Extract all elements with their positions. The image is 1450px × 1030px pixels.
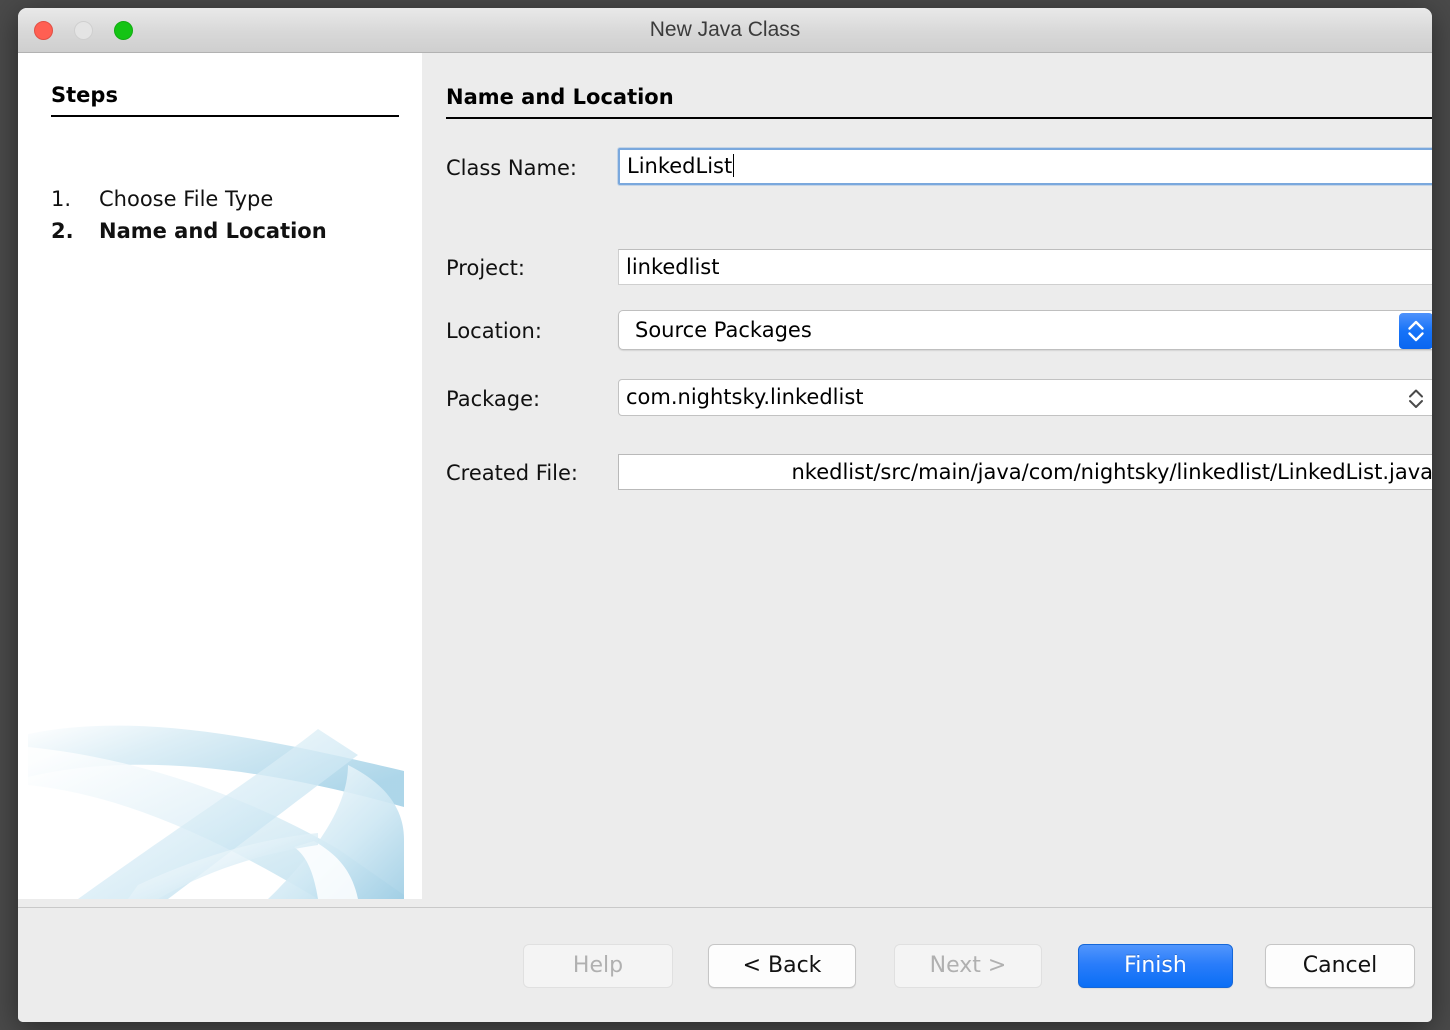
sidebar-step-2: 2. Name and Location <box>51 219 327 243</box>
dialog-button-bar: Help < Back Next > Finish Cancel <box>18 908 1432 1022</box>
created-file-input: nkedlist/src/main/java/com/nightsky/link… <box>618 454 1432 490</box>
wizard-artwork <box>18 699 404 899</box>
location-value: Source Packages <box>635 318 812 342</box>
class-name-value: LinkedList <box>627 154 733 178</box>
project-label: Project: <box>446 256 525 280</box>
package-stepper-icon[interactable] <box>1401 383 1431 414</box>
panel-title-rule <box>446 117 1432 119</box>
created-file-value: nkedlist/src/main/java/com/nightsky/link… <box>791 460 1433 484</box>
class-name-label: Class Name: <box>446 156 577 180</box>
window-title: New Java Class <box>649 18 801 41</box>
class-name-input[interactable]: LinkedList <box>618 148 1432 185</box>
wizard-steps-sidebar: Steps 1. Choose File Type 2. Name and Loca… <box>18 53 404 899</box>
next-button[interactable]: Next > <box>894 944 1042 988</box>
window-titlebar: New Java Class <box>18 8 1432 53</box>
new-java-class-dialog: New Java Class Steps 1. Choose File Type … <box>18 8 1432 1022</box>
steps-heading-rule <box>51 115 399 117</box>
cancel-button[interactable]: Cancel <box>1265 944 1415 988</box>
sidebar-content-gap <box>404 53 422 899</box>
package-value: com.nightsky.linkedlist <box>626 385 864 409</box>
back-button[interactable]: < Back <box>708 944 856 988</box>
location-combobox[interactable]: Source Packages <box>618 310 1432 350</box>
step-2-number: 2. <box>51 219 74 243</box>
steps-heading: Steps <box>51 83 118 107</box>
finish-button[interactable]: Finish <box>1078 944 1233 988</box>
step-2-label: Name and Location <box>99 219 327 243</box>
sidebar-step-1: 1. Choose File Type <box>51 187 273 211</box>
name-and-location-panel: Name and Location Class Name: LinkedList… <box>422 53 1432 899</box>
step-1-number: 1. <box>51 187 72 211</box>
location-label: Location: <box>446 319 542 343</box>
step-1-label: Choose File Type <box>99 187 274 211</box>
package-label: Package: <box>446 387 541 411</box>
project-input: linkedlist <box>618 249 1432 285</box>
text-caret <box>733 154 735 177</box>
package-combobox[interactable]: com.nightsky.linkedlist <box>618 379 1432 416</box>
help-button[interactable]: Help <box>523 944 673 988</box>
created-file-label: Created File: <box>446 461 578 485</box>
project-value: linkedlist <box>626 255 720 279</box>
panel-title: Name and Location <box>446 85 674 109</box>
location-stepper-icon[interactable] <box>1399 313 1432 349</box>
